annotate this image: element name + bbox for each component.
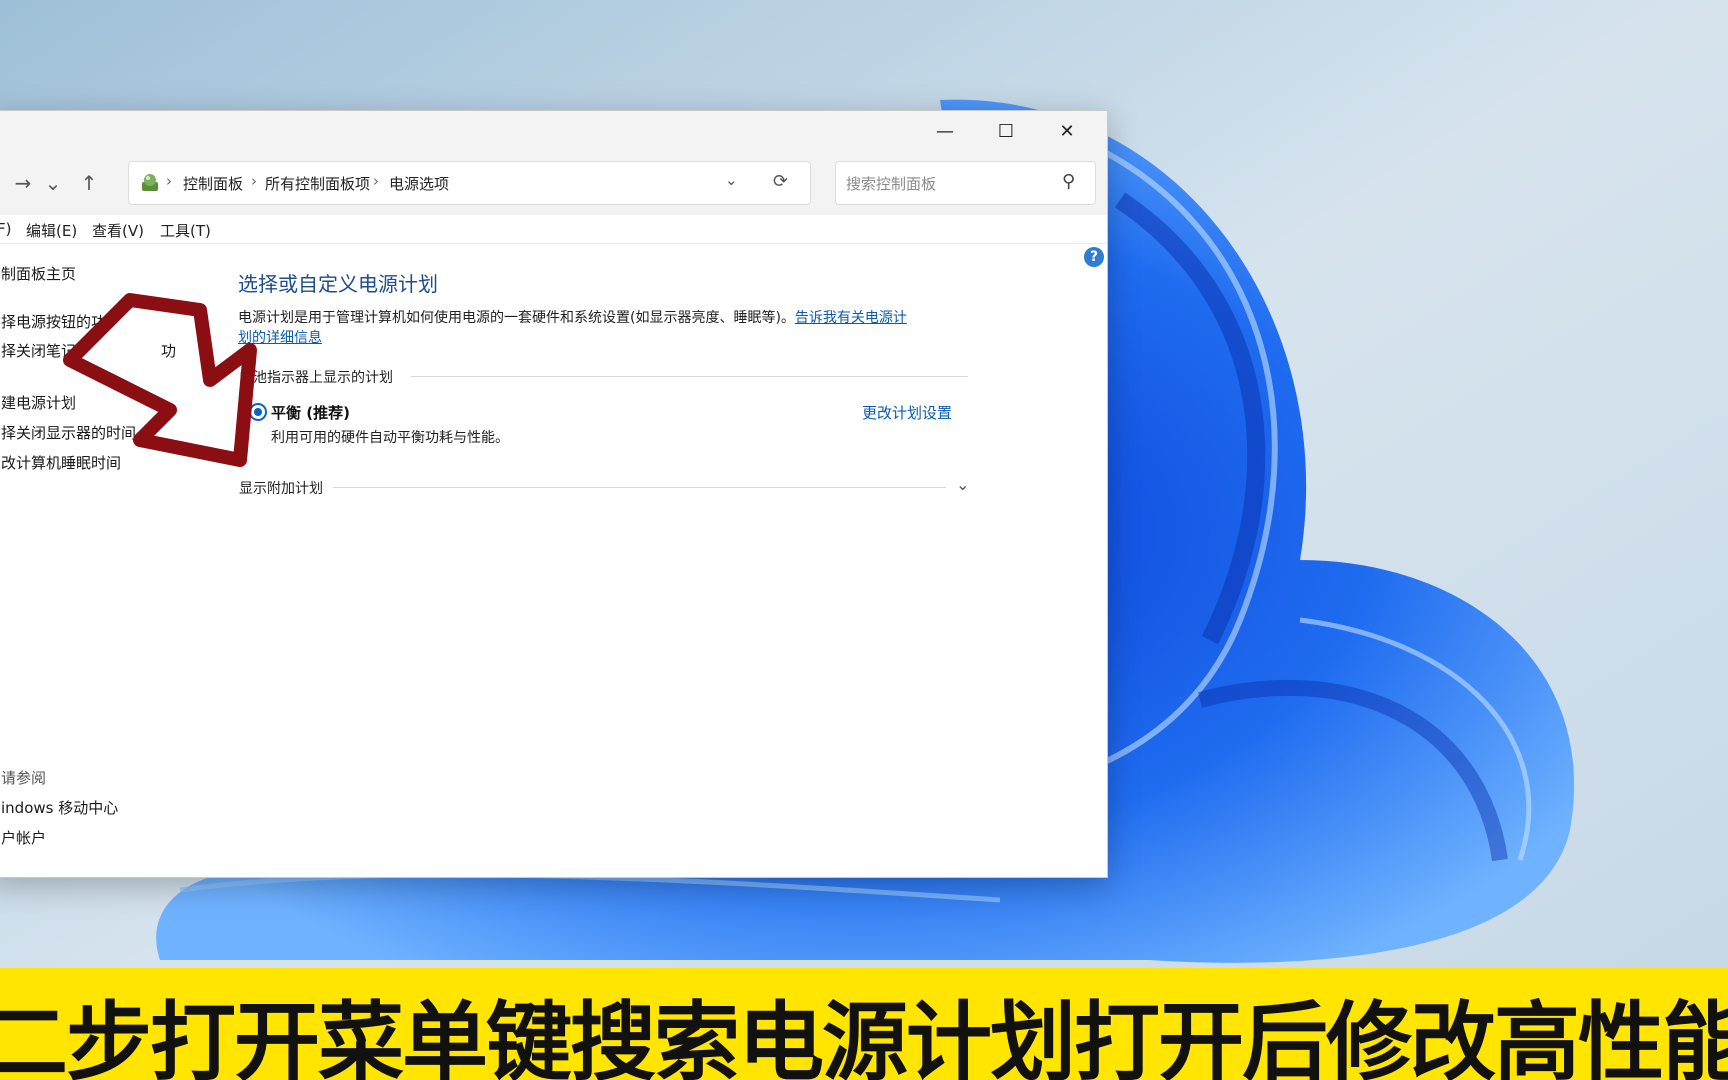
caption-text: 二步打开菜单键搜索电源计划打开后修改高性能模: [0, 993, 1728, 1080]
caption-banner: 二步打开菜单键搜索电源计划打开后修改高性能模: [0, 968, 1728, 1080]
red-arrow-annotation: [63, 293, 257, 467]
